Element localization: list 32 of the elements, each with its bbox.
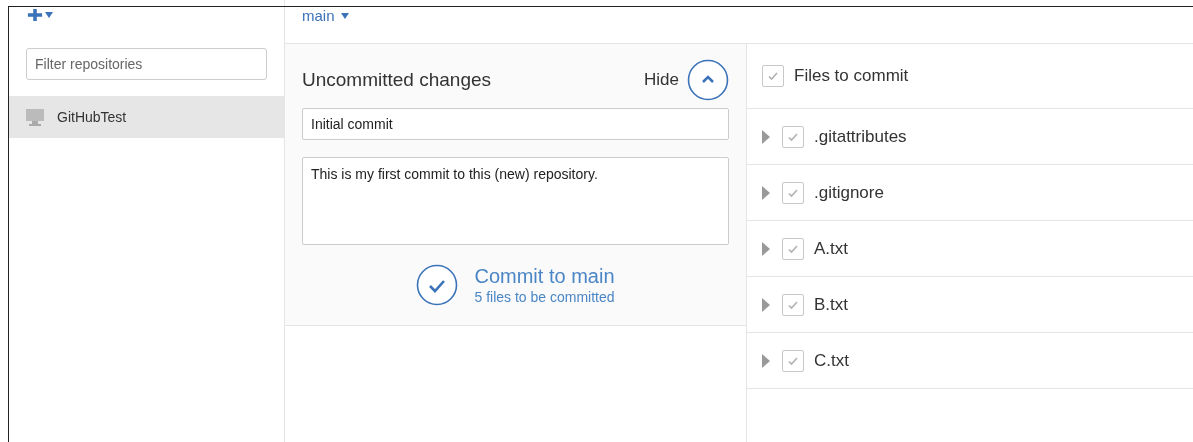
- file-name: .gitignore: [814, 181, 884, 204]
- checkbox[interactable]: [782, 349, 804, 372]
- file-name: A.txt: [814, 237, 848, 260]
- expand-icon[interactable]: [762, 241, 770, 256]
- panel-title: Uncommitted changes: [302, 67, 492, 92]
- checkbox[interactable]: [782, 293, 804, 316]
- expand-icon[interactable]: [762, 353, 770, 368]
- checkbox[interactable]: [762, 65, 784, 87]
- file-name: C.txt: [814, 349, 849, 372]
- files-header-label: Files to commit: [794, 65, 909, 88]
- monitor-icon: [25, 108, 45, 126]
- expand-icon[interactable]: [762, 129, 770, 144]
- plus-icon: [27, 9, 43, 21]
- caret-icon: [45, 12, 53, 18]
- add-menu-button[interactable]: [27, 9, 53, 21]
- expand-icon[interactable]: [762, 185, 770, 200]
- checkbox[interactable]: [782, 125, 804, 148]
- branch-dropdown[interactable]: main: [302, 8, 349, 24]
- checkmark-circle-icon: [416, 264, 459, 307]
- filter-repositories-field[interactable]: Filter repositories: [26, 48, 267, 80]
- file-name: .gitattributes: [814, 125, 907, 148]
- caret-icon: [340, 13, 349, 19]
- checkbox[interactable]: [782, 181, 804, 204]
- file-name: B.txt: [814, 293, 848, 316]
- expand-icon[interactable]: [762, 297, 770, 312]
- description-field[interactable]: This is my first commit to this (new) repository.: [302, 157, 729, 245]
- hide-button[interactable]: Hide: [644, 59, 729, 101]
- commit-button[interactable]: Commit to main 5 files to be committed: [416, 264, 615, 307]
- repository-item[interactable]: GitHubTest: [9, 96, 284, 138]
- chevron-up-circle-icon: [687, 59, 729, 101]
- checkbox[interactable]: [782, 237, 804, 260]
- summary-field[interactable]: Initial commit: [302, 108, 729, 140]
